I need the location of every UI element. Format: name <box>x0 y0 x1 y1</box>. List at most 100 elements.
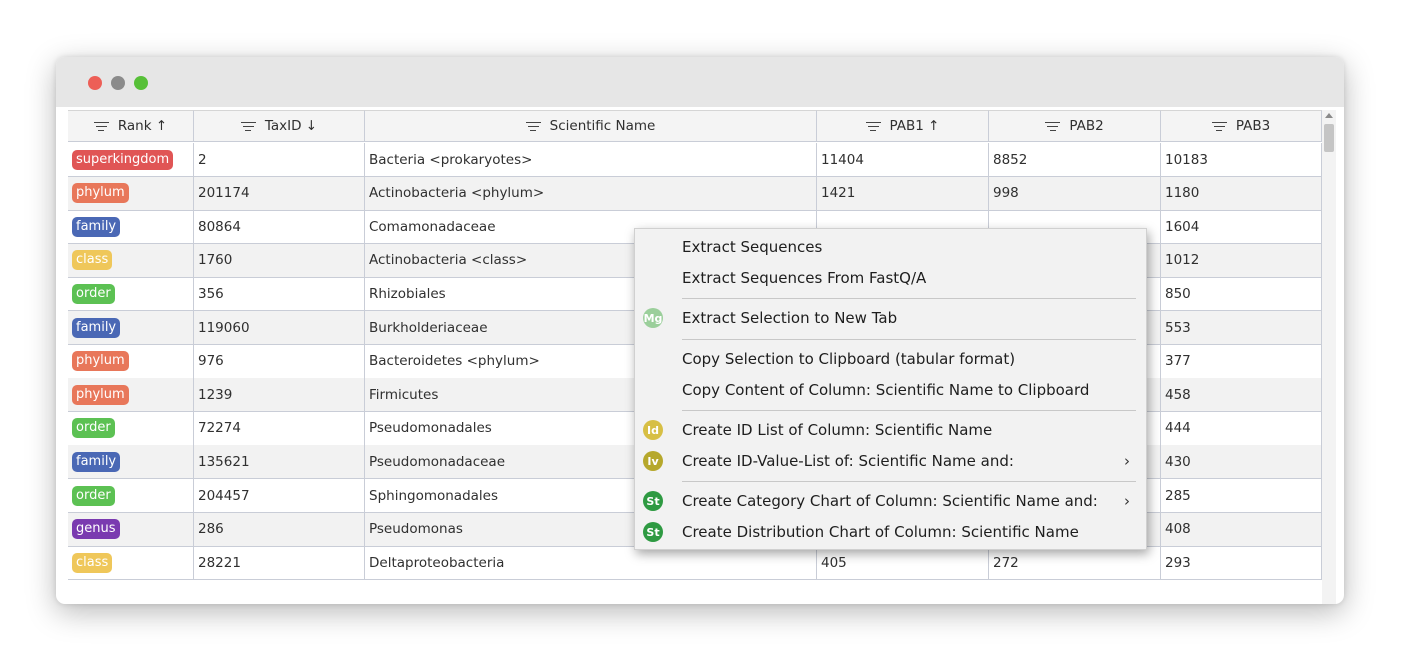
taxid-cell[interactable]: 1239 <box>194 378 365 412</box>
pab1-cell[interactable]: 11404 <box>817 143 989 176</box>
column-header-taxid[interactable]: TaxID ↓ <box>194 110 365 141</box>
table-header: Rank ↑ TaxID ↓ Scientific Name PAB1 ↑ PA… <box>68 110 1322 142</box>
filter-icon[interactable] <box>1211 121 1227 132</box>
column-header-scientific-name[interactable]: Scientific Name <box>365 110 817 141</box>
menu-item-create-distribution-chart[interactable]: St Create Distribution Chart of Column: S… <box>635 517 1146 547</box>
taxid-cell[interactable]: 2 <box>194 143 365 176</box>
scientific-name-cell[interactable]: Actinobacteria <phylum> <box>365 176 817 210</box>
rank-badge: family <box>72 216 121 237</box>
menu-item-label: Create ID-Value-List of: Scientific Name… <box>682 452 1014 470</box>
table-row[interactable]: class 28221 Deltaproteobacteria 405 272 293 <box>68 546 1322 581</box>
pab3-cell[interactable]: 1604 <box>1161 210 1322 244</box>
column-header-pab1[interactable]: PAB1 ↑ <box>817 110 989 141</box>
filter-icon[interactable] <box>1045 121 1061 132</box>
rank-badge: order <box>72 283 115 304</box>
rank-cell[interactable]: order <box>68 277 194 311</box>
menu-item-extract-sequences-fastq[interactable]: Extract Sequences From FastQ/A <box>635 263 1146 293</box>
rank-badge: family <box>72 451 121 472</box>
menu-item-extract-sequences[interactable]: Extract Sequences <box>635 232 1146 262</box>
taxid-cell[interactable]: 356 <box>194 277 365 311</box>
menu-item-create-category-chart[interactable]: St Create Category Chart of Column: Scien… <box>635 486 1146 516</box>
pab3-cell[interactable]: 1012 <box>1161 243 1322 277</box>
taxid-cell[interactable]: 286 <box>194 512 365 546</box>
menu-item-label: Create Category Chart of Column: Scienti… <box>682 492 1098 510</box>
filter-icon[interactable] <box>93 121 109 132</box>
pab1-cell[interactable]: 405 <box>817 546 989 580</box>
column-header-pab3[interactable]: PAB3 <box>1161 110 1322 141</box>
close-window-button[interactable] <box>88 76 102 90</box>
pab3-cell[interactable]: 408 <box>1161 512 1322 546</box>
pab3-cell[interactable]: 293 <box>1161 546 1322 580</box>
menu-item-create-id-list[interactable]: Id Create ID List of Column: Scientific N… <box>635 415 1146 445</box>
taxid-cell[interactable]: 135621 <box>194 445 365 479</box>
rank-cell[interactable]: family <box>68 311 194 344</box>
scroll-up-arrow-icon[interactable] <box>1325 113 1333 118</box>
submenu-chevron-right-icon: › <box>1124 452 1130 470</box>
pab3-cell[interactable]: 553 <box>1161 311 1322 344</box>
taxid-cell[interactable]: 1760 <box>194 243 365 277</box>
rank-cell[interactable]: order <box>68 411 194 445</box>
scientific-name-cell[interactable]: Deltaproteobacteria <box>365 546 817 580</box>
rank-cell[interactable]: superkingdom <box>68 143 194 176</box>
id-value-list-icon: Iv <box>643 451 663 471</box>
column-header-pab2[interactable]: PAB2 <box>989 110 1161 141</box>
rank-cell[interactable]: class <box>68 546 194 580</box>
menu-item-label: Extract Sequences <box>682 238 823 256</box>
taxid-cell[interactable]: 976 <box>194 344 365 378</box>
rank-cell[interactable]: genus <box>68 512 194 546</box>
pab3-cell[interactable]: 1180 <box>1161 176 1322 210</box>
chart-icon: St <box>643 491 663 511</box>
rank-cell[interactable]: class <box>68 243 194 277</box>
menu-item-label: Copy Selection to Clipboard (tabular for… <box>682 350 1016 368</box>
pab1-cell[interactable]: 1421 <box>817 176 989 210</box>
rank-cell[interactable]: family <box>68 445 194 479</box>
menu-item-extract-selection-new-tab[interactable]: Mg Extract Selection to New Tab <box>635 303 1146 333</box>
pab3-cell[interactable]: 285 <box>1161 479 1322 512</box>
rank-cell[interactable]: phylum <box>68 176 194 210</box>
scrollbar-thumb[interactable] <box>1324 124 1334 152</box>
pab3-cell[interactable]: 10183 <box>1161 143 1322 176</box>
filter-icon[interactable] <box>240 121 256 132</box>
pab3-cell[interactable]: 444 <box>1161 411 1322 445</box>
pab3-cell[interactable]: 458 <box>1161 378 1322 412</box>
menu-item-label: Create Distribution Chart of Column: Sci… <box>682 523 1079 541</box>
zoom-window-button[interactable] <box>134 76 148 90</box>
menu-separator <box>682 339 1136 340</box>
pab3-cell[interactable]: 377 <box>1161 344 1322 378</box>
taxid-cell[interactable]: 119060 <box>194 311 365 344</box>
column-header-rank[interactable]: Rank ↑ <box>68 110 194 141</box>
column-header-label: Rank ↑ <box>117 118 168 134</box>
rank-badge: phylum <box>72 384 129 405</box>
taxid-cell[interactable]: 201174 <box>194 176 365 210</box>
column-header-label: Scientific Name <box>549 118 656 134</box>
pab2-cell[interactable]: 998 <box>989 176 1161 210</box>
rank-cell[interactable]: family <box>68 210 194 244</box>
table-row[interactable]: phylum 201174 Actinobacteria <phylum> 1421 9… <box>68 176 1322 211</box>
submenu-chevron-right-icon: › <box>1124 492 1130 510</box>
menu-separator <box>682 298 1136 299</box>
chart-icon: St <box>643 522 663 542</box>
menu-item-create-id-value-list[interactable]: Iv Create ID-Value-List of: Scientific Na… <box>635 446 1146 476</box>
context-menu: Extract Sequences Extract Sequences From … <box>634 228 1147 550</box>
vertical-scrollbar[interactable] <box>1322 110 1336 604</box>
rank-cell[interactable]: order <box>68 479 194 512</box>
id-list-icon: Id <box>643 420 663 440</box>
pab3-cell[interactable]: 430 <box>1161 445 1322 479</box>
extract-tab-icon: Mg <box>643 308 663 328</box>
rank-cell[interactable]: phylum <box>68 378 194 412</box>
menu-item-copy-selection-clipboard[interactable]: Copy Selection to Clipboard (tabular for… <box>635 344 1146 374</box>
scientific-name-cell[interactable]: Bacteria <prokaryotes> <box>365 143 817 176</box>
taxid-cell[interactable]: 204457 <box>194 479 365 512</box>
minimize-window-button[interactable] <box>111 76 125 90</box>
menu-item-copy-column-clipboard[interactable]: Copy Content of Column: Scientific Name … <box>635 375 1146 405</box>
pab3-cell[interactable]: 850 <box>1161 277 1322 311</box>
pab2-cell[interactable]: 272 <box>989 546 1161 580</box>
pab2-cell[interactable]: 8852 <box>989 143 1161 176</box>
filter-icon[interactable] <box>525 121 541 132</box>
taxid-cell[interactable]: 72274 <box>194 411 365 445</box>
rank-cell[interactable]: phylum <box>68 344 194 378</box>
filter-icon[interactable] <box>865 121 881 132</box>
table-row[interactable]: superkingdom 2 Bacteria <prokaryotes> 11404… <box>68 143 1322 177</box>
taxid-cell[interactable]: 28221 <box>194 546 365 580</box>
taxid-cell[interactable]: 80864 <box>194 210 365 244</box>
